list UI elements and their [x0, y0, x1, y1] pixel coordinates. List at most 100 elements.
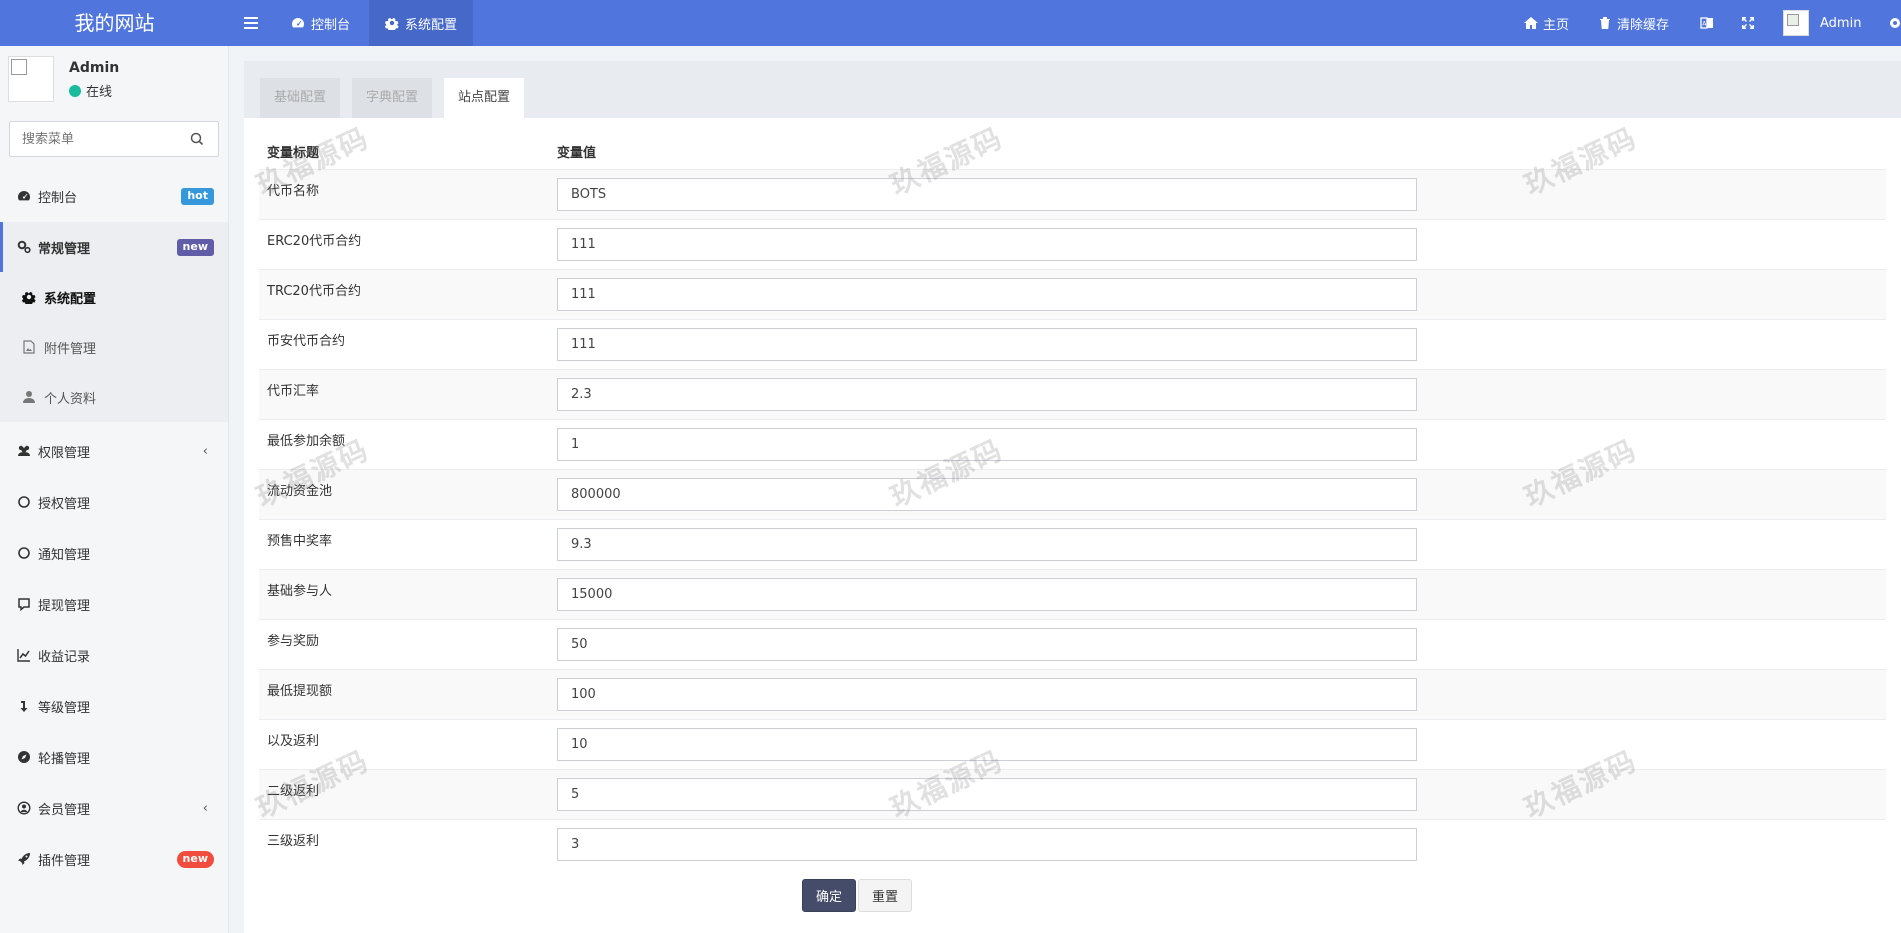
clear-cache-button[interactable]: 清除缓存: [1598, 0, 1669, 46]
user-status: 在线: [69, 81, 112, 100]
user-name: Admin: [69, 60, 120, 76]
fullscreen-button[interactable]: [1741, 0, 1755, 46]
level-down-icon: [16, 698, 32, 714]
sidebar-item-label: 常规管理: [38, 241, 91, 257]
config-row-label: 币安代币合约: [267, 334, 346, 349]
sidebar-item-permissions[interactable]: 权限管理 ‹: [0, 426, 228, 476]
config-value-input[interactable]: [557, 278, 1417, 311]
config-row-label: ERC20代币合约: [267, 234, 362, 249]
sidebar-item-label: 通知管理: [38, 547, 91, 563]
menu-toggle-button[interactable]: [229, 0, 273, 46]
tab-dictionary-config[interactable]: 字典配置: [352, 78, 433, 118]
config-value-input[interactable]: [557, 178, 1417, 211]
tab-system-config[interactable]: 系统配置: [369, 0, 474, 46]
config-row-label: 基础参与人: [267, 584, 333, 599]
tab-dashboard[interactable]: 控制台: [275, 0, 366, 46]
sidebar-item-withdrawals[interactable]: 提现管理: [0, 579, 228, 629]
sidebar-item-label: 授权管理: [38, 496, 91, 512]
config-row-label: 最低参加余额: [267, 434, 346, 449]
hot-badge: hot: [181, 188, 214, 205]
reset-button[interactable]: 重置: [858, 879, 913, 912]
new-badge: new: [176, 851, 214, 868]
sidebar-item-carousel[interactable]: 轮播管理: [0, 732, 228, 782]
config-row: 三级返利: [259, 819, 1886, 869]
config-row: TRC20代币合约: [259, 269, 1886, 319]
config-row: 流动资金池: [259, 469, 1886, 519]
sidebar: Admin 在线 控制台 hot 常规管理 new 系统配置 附件管理 个人资料…: [0, 46, 229, 933]
site-logo[interactable]: 我的网站: [0, 0, 229, 46]
gear-icon: [22, 290, 38, 304]
sidebar-item-profile[interactable]: 个人资料: [0, 372, 228, 422]
config-row: 币安代币合约: [259, 319, 1886, 369]
sidebar-item-dashboard[interactable]: 控制台 hot: [0, 171, 228, 221]
sidebar-item-earnings[interactable]: 收益记录: [0, 630, 228, 680]
config-value-input[interactable]: [557, 228, 1417, 261]
confirm-button[interactable]: 确定: [802, 879, 857, 912]
search-icon[interactable]: [189, 131, 205, 147]
home-link-label: 主页: [1543, 17, 1570, 33]
chevron-left-icon: ‹: [202, 801, 208, 816]
clear-cache-label: 清除缓存: [1617, 17, 1670, 33]
config-value-input[interactable]: [557, 328, 1417, 361]
sidebar-item-system-config[interactable]: 系统配置: [0, 272, 228, 322]
config-value-input[interactable]: [557, 528, 1417, 561]
config-row-label: 二级返利: [267, 784, 320, 799]
sidebar-item-levels[interactable]: 等级管理: [0, 681, 228, 731]
config-value-input[interactable]: [557, 578, 1417, 611]
config-value-input[interactable]: [557, 828, 1417, 861]
sidebar-item-label: 权限管理: [38, 445, 91, 461]
tab-system-config-label: 系统配置: [405, 17, 458, 33]
chat-icon: [16, 596, 32, 612]
sidebar-item-label: 控制台: [38, 190, 78, 206]
new-badge: new: [176, 239, 214, 256]
tab-basic-config[interactable]: 基础配置: [260, 78, 341, 118]
user-menu[interactable]: Admin: [1783, 0, 1861, 46]
search-input[interactable]: [10, 122, 180, 156]
sidebar-item-label: 等级管理: [38, 700, 91, 716]
sidebar-item-general[interactable]: 常规管理 new: [0, 222, 228, 272]
home-link[interactable]: 主页: [1524, 0, 1569, 46]
config-value-input[interactable]: [557, 428, 1417, 461]
sidebar-item-plugins[interactable]: 插件管理 new: [0, 834, 228, 884]
config-value-input[interactable]: [557, 728, 1417, 761]
avatar: [1783, 10, 1809, 36]
sidebar-item-label: 轮播管理: [38, 751, 91, 767]
sidebar-item-notifications[interactable]: 通知管理: [0, 528, 228, 578]
config-tabs: 基础配置 字典配置 站点配置: [244, 61, 1901, 118]
config-value-input[interactable]: [557, 378, 1417, 411]
user-icon: [22, 390, 38, 404]
sidebar-item-label: 插件管理: [38, 853, 91, 869]
sidebar-item-label: 系统配置: [44, 291, 97, 307]
config-row: 二级返利: [259, 769, 1886, 819]
config-panel: 基础配置 字典配置 站点配置 变量标题 变量值 代币名称 ERC20代币合约 TRC…: [244, 61, 1901, 933]
circle-icon: [16, 494, 32, 510]
column-title-header: 变量标题: [267, 146, 320, 161]
settings-button[interactable]: [1888, 0, 1901, 46]
config-value-input[interactable]: [557, 628, 1417, 661]
language-button[interactable]: A: [1700, 0, 1714, 46]
cogs-icon: [16, 239, 32, 255]
sidebar-item-authorization[interactable]: 授权管理: [0, 477, 228, 527]
config-row-label: 代币名称: [267, 184, 320, 199]
config-row: 最低参加余额: [259, 419, 1886, 469]
sidebar-item-label: 附件管理: [44, 341, 97, 357]
config-row: 预售中奖率: [259, 519, 1886, 569]
sidebar-item-attachments[interactable]: 附件管理: [0, 322, 228, 372]
config-value-input[interactable]: [557, 778, 1417, 811]
config-value-input[interactable]: [557, 478, 1417, 511]
config-row: 以及返利: [259, 719, 1886, 769]
config-row: 最低提现额: [259, 669, 1886, 719]
config-row: 代币汇率: [259, 369, 1886, 419]
line-chart-icon: [16, 647, 32, 663]
gears-icon: [1890, 18, 1900, 28]
compass-icon: [16, 749, 32, 765]
rocket-icon: [16, 851, 32, 867]
config-row-label: 以及返利: [267, 734, 320, 749]
avatar: [8, 56, 54, 102]
dashboard-icon: [292, 18, 304, 28]
config-value-input[interactable]: [557, 678, 1417, 711]
sidebar-item-members[interactable]: 会员管理 ‹: [0, 783, 228, 833]
tab-dashboard-label: 控制台: [311, 17, 351, 33]
tab-site-config[interactable]: 站点配置: [444, 78, 525, 118]
file-image-icon: [22, 340, 38, 354]
